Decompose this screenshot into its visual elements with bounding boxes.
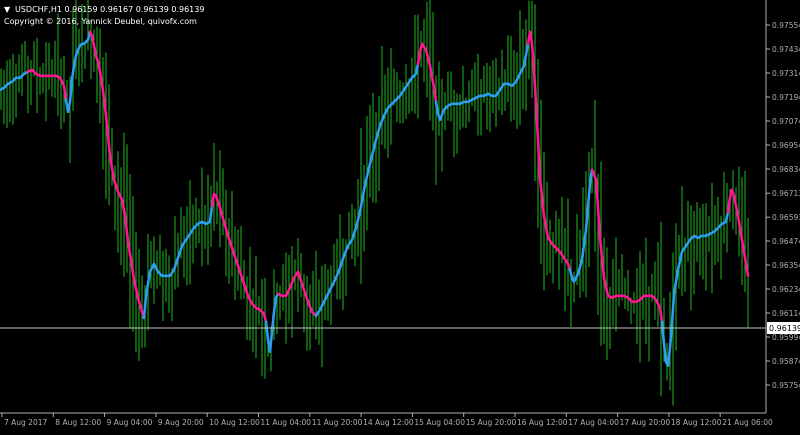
symbol-line: USDCHF,H1 0.96159 0.96167 0.96139 0.9613…	[15, 5, 204, 14]
x-tick-label: 9 Aug 20:00	[158, 418, 204, 427]
y-tick-label: 0.96354	[772, 261, 800, 270]
current-price-marker: 0.96139	[767, 322, 800, 334]
chart-background	[0, 0, 800, 431]
x-tick-label: 9 Aug 04:00	[107, 418, 153, 427]
price-chart[interactable]: 0.97554 0.97434 0.97314 0.97194 0.97074 0.969…	[0, 0, 800, 431]
x-tick-label: 15 Aug 20:00	[466, 418, 517, 427]
y-tick-label: 0.97074	[772, 117, 800, 126]
chart-window[interactable]: 0.97554 0.97434 0.97314 0.97194 0.97074 0.969…	[0, 0, 800, 431]
x-tick-label: 17 Aug 20:00	[620, 418, 671, 427]
x-tick-label: 18 Aug 12:00	[671, 418, 722, 427]
y-tick-label: 0.96474	[772, 237, 800, 246]
y-tick-label: 0.95994	[772, 333, 800, 342]
x-tick-label: 16 Aug 12:00	[517, 418, 568, 427]
y-tick-label: 0.96234	[772, 285, 800, 294]
x-tick-label: 17 Aug 04:00	[568, 418, 619, 427]
x-tick-label: 11 Aug 20:00	[312, 418, 363, 427]
x-tick-label: 10 Aug 12:00	[209, 418, 260, 427]
x-tick-label: 21 Aug 06:00	[722, 418, 773, 427]
y-tick-label: 0.97434	[772, 45, 800, 54]
y-tick-label: 0.95874	[772, 357, 800, 366]
x-tick-label: 15 Aug 04:00	[414, 418, 465, 427]
copyright-text: Copyright © 2016, Yannick Deubel, quivof…	[4, 17, 197, 26]
current-price-label: 0.96139	[769, 324, 800, 333]
y-tick-label: 0.96593	[772, 213, 800, 222]
chart-arrow-icon[interactable]: ▼	[4, 5, 11, 14]
x-tick-label: 8 Aug 12:00	[55, 418, 101, 427]
y-tick-label: 0.96114	[772, 309, 800, 318]
y-tick-label: 0.97314	[772, 69, 800, 78]
x-tick-label: 14 Aug 12:00	[363, 418, 414, 427]
y-tick-label: 0.96834	[772, 165, 800, 174]
y-tick-label: 0.96954	[772, 141, 800, 150]
x-tick-label: 11 Aug 04:00	[261, 418, 312, 427]
x-tick-label: 7 Aug 2017	[4, 418, 47, 427]
y-tick-label: 0.97554	[772, 21, 800, 30]
y-tick-label: 0.95754	[772, 381, 800, 390]
y-tick-label: 0.97194	[772, 93, 800, 102]
y-tick-label: 0.96713	[772, 189, 800, 198]
